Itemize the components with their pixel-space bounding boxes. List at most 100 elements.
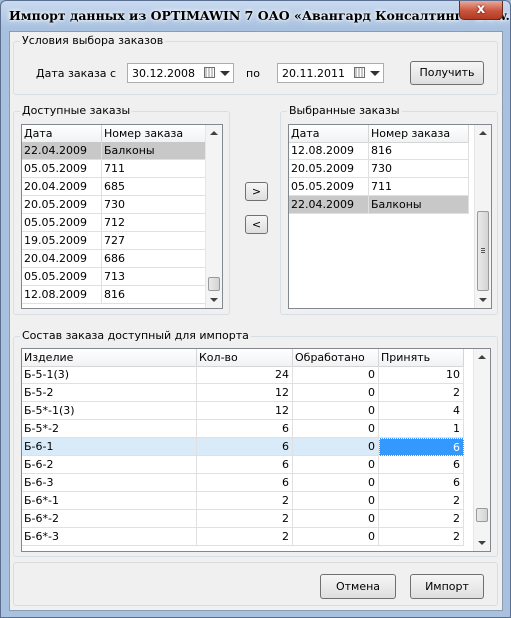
table-row[interactable]: 20.04.2009 685 bbox=[22, 178, 207, 196]
table-row[interactable]: 22.04.2009 Балконы bbox=[289, 196, 469, 214]
table-cell[interactable]: 0 bbox=[293, 366, 379, 384]
table-cell[interactable]: 24 bbox=[197, 366, 293, 384]
table-cell[interactable]: 2 bbox=[379, 510, 464, 528]
table-cell[interactable]: 0 bbox=[293, 402, 379, 420]
scroll-thumb[interactable] bbox=[476, 508, 488, 522]
available-orders-scrollbar[interactable] bbox=[205, 125, 222, 308]
scroll-up-icon[interactable] bbox=[479, 131, 487, 135]
table-cell[interactable]: Б-6-2 bbox=[22, 456, 197, 474]
table-cell[interactable]: Балконы bbox=[369, 196, 469, 214]
table-cell[interactable]: Б-6*-2 bbox=[22, 510, 197, 528]
table-row[interactable]: Б-6-2 6 0 6 bbox=[22, 456, 464, 474]
table-cell[interactable]: 0 bbox=[293, 492, 379, 510]
calendar-icon[interactable] bbox=[204, 67, 215, 78]
table-row[interactable]: 05.05.2009 711 bbox=[22, 160, 207, 178]
table-cell[interactable]: 6 bbox=[197, 474, 293, 492]
table-cell[interactable]: 685 bbox=[102, 178, 207, 196]
table-cell[interactable]: 12.08.2009 bbox=[22, 286, 102, 304]
table-row[interactable]: Б-6*-3 2 0 2 bbox=[22, 528, 464, 546]
table-cell[interactable]: Б-6*-3 bbox=[22, 528, 197, 546]
table-cell[interactable]: 6 bbox=[197, 438, 293, 456]
table-cell[interactable]: Б-5*-1(3) bbox=[22, 402, 197, 420]
add-order-button[interactable]: > bbox=[245, 182, 268, 201]
table-cell[interactable]: 4 bbox=[379, 402, 464, 420]
table-cell[interactable]: 730 bbox=[102, 196, 207, 214]
table-cell[interactable]: 0 bbox=[293, 438, 379, 456]
scroll-down-icon[interactable] bbox=[210, 298, 218, 302]
table-cell[interactable]: 686 bbox=[102, 250, 207, 268]
table-cell[interactable]: 12.08.2009 bbox=[289, 142, 369, 160]
table-row[interactable]: 05.05.2009 713 bbox=[22, 268, 207, 286]
table-cell[interactable]: 1 bbox=[379, 420, 464, 438]
column-header-date[interactable]: Дата bbox=[22, 125, 102, 142]
table-cell[interactable]: 05.05.2009 bbox=[22, 160, 102, 178]
table-cell[interactable]: 20.04.2009 bbox=[22, 178, 102, 196]
table-cell[interactable]: 2 bbox=[379, 528, 464, 546]
table-cell[interactable]: 713 bbox=[102, 268, 207, 286]
table-cell[interactable]: 20.04.2009 bbox=[22, 250, 102, 268]
date-from-picker[interactable]: 30.12.2008 bbox=[127, 63, 234, 83]
table-row[interactable]: Б-6-1 6 0 6 bbox=[22, 438, 464, 456]
table-cell[interactable]: 6 bbox=[197, 456, 293, 474]
table-row[interactable]: Б-5-1(3) 24 0 10 bbox=[22, 366, 464, 384]
table-cell[interactable]: 22.04.2009 bbox=[289, 196, 369, 214]
table-cell[interactable]: 22.04.2009 bbox=[22, 142, 102, 160]
table-cell[interactable]: 727 bbox=[102, 232, 207, 250]
import-button[interactable]: Импорт bbox=[410, 574, 484, 599]
column-header-order-number[interactable]: Номер заказа bbox=[369, 125, 469, 142]
column-header-order-number[interactable]: Номер заказа bbox=[102, 125, 207, 142]
selected-orders-grid[interactable]: Дата Номер заказа 12.08.2009 816 20.05.200… bbox=[288, 124, 492, 309]
table-cell[interactable]: 10 bbox=[379, 366, 464, 384]
table-cell[interactable]: 2 bbox=[197, 492, 293, 510]
order-composition-scrollbar[interactable] bbox=[473, 349, 490, 551]
table-cell[interactable]: 816 bbox=[369, 142, 469, 160]
table-cell[interactable]: 19.05.2009 bbox=[22, 232, 102, 250]
date-to-picker[interactable]: 20.11.2011 bbox=[277, 63, 384, 83]
scroll-down-icon[interactable] bbox=[478, 541, 486, 545]
table-cell[interactable]: 20.05.2009 bbox=[289, 160, 369, 178]
scroll-thumb[interactable] bbox=[477, 211, 489, 291]
scroll-up-icon[interactable] bbox=[478, 355, 486, 359]
table-row[interactable]: Б-6*-1 2 0 2 bbox=[22, 492, 464, 510]
table-row[interactable]: 12.08.2009 816 bbox=[22, 286, 207, 304]
table-cell[interactable]: Балконы bbox=[102, 142, 207, 160]
available-orders-grid[interactable]: Дата Номер заказа 22.04.2009 Балконы 05.05… bbox=[21, 124, 223, 309]
table-cell[interactable]: 0 bbox=[293, 510, 379, 528]
table-cell[interactable]: 12 bbox=[197, 384, 293, 402]
table-cell[interactable]: 0 bbox=[293, 528, 379, 546]
chevron-down-icon[interactable] bbox=[370, 71, 380, 76]
calendar-icon[interactable] bbox=[354, 67, 365, 78]
table-cell[interactable]: 816 bbox=[102, 286, 207, 304]
order-composition-grid[interactable]: Изделие Кол-во Обработано Принять Б-5-1(… bbox=[21, 348, 491, 552]
table-cell[interactable]: 2 bbox=[379, 384, 464, 402]
table-cell[interactable]: Б-6*-1 bbox=[22, 492, 197, 510]
column-header-accept[interactable]: Принять bbox=[379, 349, 464, 366]
remove-order-button[interactable]: < bbox=[245, 215, 268, 234]
table-row[interactable]: Б-6-3 6 0 6 bbox=[22, 474, 464, 492]
table-row[interactable]: 05.05.2009 711 bbox=[289, 178, 469, 196]
scroll-up-icon[interactable] bbox=[210, 131, 218, 135]
table-cell[interactable]: 6 bbox=[379, 474, 464, 492]
table-cell[interactable]: 0 bbox=[293, 474, 379, 492]
column-header-quantity[interactable]: Кол-во bbox=[197, 349, 293, 366]
table-cell[interactable]: Б-5-2 bbox=[22, 384, 197, 402]
table-cell[interactable]: 6 bbox=[197, 420, 293, 438]
table-cell[interactable]: 05.05.2009 bbox=[22, 214, 102, 232]
cancel-button[interactable]: Отмена bbox=[320, 574, 396, 599]
table-cell[interactable]: 0 bbox=[293, 456, 379, 474]
table-row[interactable]: 05.05.2009 712 bbox=[22, 214, 207, 232]
scroll-down-icon[interactable] bbox=[479, 298, 487, 302]
table-cell[interactable]: 05.05.2009 bbox=[289, 178, 369, 196]
table-cell[interactable]: Б-6-1 bbox=[22, 438, 197, 456]
table-cell[interactable]: 05.05.2009 bbox=[22, 268, 102, 286]
table-cell[interactable]: 711 bbox=[102, 160, 207, 178]
close-button[interactable]: x bbox=[459, 1, 503, 20]
table-cell[interactable]: 2 bbox=[197, 510, 293, 528]
scroll-thumb[interactable] bbox=[208, 277, 220, 291]
chevron-down-icon[interactable] bbox=[220, 71, 230, 76]
table-cell[interactable]: Б-5-1(3) bbox=[22, 366, 197, 384]
column-header-product[interactable]: Изделие bbox=[22, 349, 197, 366]
table-row[interactable]: 20.05.2009 730 bbox=[289, 160, 469, 178]
title-bar[interactable]: Импорт данных из OPTIMAWIN 7 ОАО «Аванга… bbox=[1, 1, 510, 31]
get-orders-button[interactable]: Получить bbox=[410, 61, 484, 85]
